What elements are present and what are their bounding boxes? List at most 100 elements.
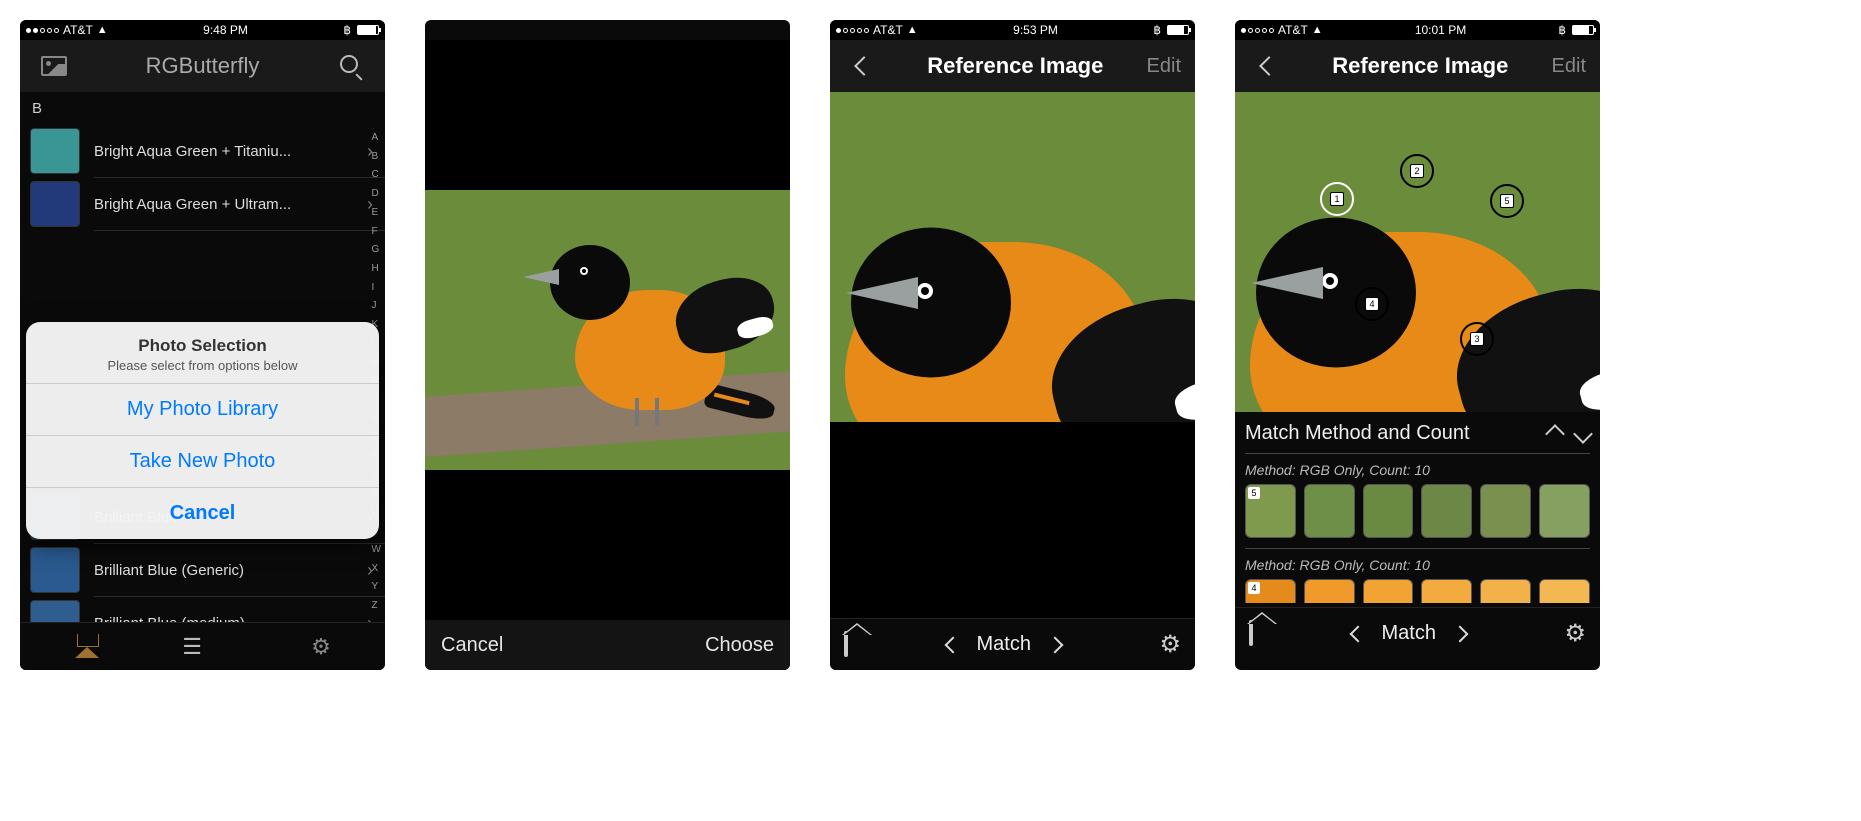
alpha-index-letter[interactable]: I: [372, 282, 381, 294]
alpha-index-letter[interactable]: E: [372, 207, 381, 219]
back-button[interactable]: [1249, 59, 1289, 73]
nav-bar: RGButterfly: [20, 40, 385, 92]
reference-image-canvas[interactable]: [830, 92, 1195, 422]
match-swatch[interactable]: 4: [1245, 579, 1296, 603]
list-item[interactable]: Brilliant Blue (Generic) ›: [20, 544, 385, 596]
list-item[interactable]: Bright Aqua Green + Ultram... ›: [20, 178, 385, 230]
home-icon: [1249, 620, 1253, 646]
next-match-button[interactable]: [1047, 635, 1067, 655]
list-item-label: Bright Aqua Green + Titaniu...: [94, 143, 367, 160]
section-header: B: [20, 92, 385, 125]
sheet-subtitle: Please select from options below: [38, 358, 367, 373]
home-button[interactable]: [844, 633, 848, 656]
reference-photo[interactable]: [425, 190, 790, 470]
signal-dots-icon: [836, 28, 869, 33]
alpha-index-letter[interactable]: B: [372, 151, 381, 163]
nav-bar: Reference Image Edit: [830, 40, 1195, 92]
clock-label: 10:01 PM: [1415, 23, 1466, 37]
chevron-left-icon: [1259, 56, 1279, 76]
alpha-index-letter[interactable]: G: [372, 244, 381, 256]
nav-title: RGButterfly: [74, 53, 331, 79]
match-swatch[interactable]: [1480, 484, 1531, 538]
color-swatch: [30, 600, 80, 622]
match-label[interactable]: Match: [977, 633, 1031, 656]
match-panel: Match Method and Count Method: RGB Only,…: [1235, 412, 1600, 607]
alpha-index-letter[interactable]: D: [372, 188, 381, 200]
match-swatch[interactable]: [1363, 484, 1414, 538]
tap-marker[interactable]: 3: [1460, 322, 1494, 356]
wifi-icon: ▲: [1312, 24, 1323, 36]
carrier-label: AT&T: [873, 23, 903, 37]
my-photo-library-button[interactable]: My Photo Library: [26, 383, 379, 435]
match-swatch[interactable]: [1304, 579, 1355, 603]
match-swatch[interactable]: [1304, 484, 1355, 538]
picture-icon: [41, 56, 67, 76]
edit-button[interactable]: Edit: [1552, 55, 1586, 78]
alpha-index-letter[interactable]: H: [372, 263, 381, 275]
bluetooth-icon: ฿: [343, 23, 351, 37]
match-swatch[interactable]: [1421, 484, 1472, 538]
list-tab[interactable]: ☰: [182, 634, 203, 660]
color-swatch: [30, 128, 80, 174]
take-new-photo-button[interactable]: Take New Photo: [26, 435, 379, 487]
picker-body[interactable]: [425, 40, 790, 620]
match-swatch[interactable]: [1363, 579, 1414, 603]
edit-button[interactable]: Edit: [1147, 55, 1181, 78]
color-list[interactable]: B Bright Aqua Green + Titaniu... › Brigh…: [20, 92, 385, 622]
reference-image-canvas[interactable]: 1 2 5 4 3: [1235, 92, 1600, 412]
match-swatch[interactable]: [1539, 579, 1590, 603]
swatch-row[interactable]: 4: [1245, 579, 1590, 603]
tap-marker[interactable]: 5: [1490, 184, 1524, 218]
tap-marker-number: 4: [1365, 297, 1379, 311]
settings-button[interactable]: ⚙: [1564, 619, 1586, 648]
list-item[interactable]: Bright Aqua Green + Titaniu... ›: [20, 125, 385, 177]
alpha-index-letter[interactable]: C: [372, 169, 381, 181]
list-item[interactable]: Brilliant Blue (medium) ›: [20, 597, 385, 622]
list-item-label: Bright Aqua Green + Ultram...: [94, 196, 367, 213]
battery-icon: [357, 25, 379, 35]
status-bar: AT&T ▲ 9:48 PM ฿: [20, 20, 385, 40]
tap-marker[interactable]: 4: [1355, 287, 1389, 321]
color-swatch: [30, 181, 80, 227]
match-swatch[interactable]: [1421, 579, 1472, 603]
collapse-down-button[interactable]: [1573, 424, 1593, 444]
tap-marker[interactable]: 2: [1400, 154, 1434, 188]
alpha-index-letter[interactable]: F: [372, 226, 381, 238]
match-label[interactable]: Match: [1382, 622, 1436, 645]
settings-button[interactable]: ⚙: [1159, 630, 1181, 659]
tap-marker[interactable]: 1: [1320, 182, 1354, 216]
match-swatch[interactable]: 5: [1245, 484, 1296, 538]
alpha-index-letter[interactable]: J: [372, 300, 381, 312]
picker-cancel-button[interactable]: Cancel: [441, 634, 503, 657]
alpha-index-letter[interactable]: X: [372, 563, 381, 575]
alpha-index-letter[interactable]: Z: [372, 600, 381, 612]
prev-match-button[interactable]: [941, 635, 961, 655]
collapse-up-button[interactable]: [1545, 424, 1565, 444]
clock-label: 9:48 PM: [203, 23, 248, 37]
alpha-index-letter[interactable]: A: [372, 132, 381, 144]
alpha-index-letter[interactable]: W: [372, 544, 381, 556]
tap-marker-number: 3: [1470, 332, 1484, 346]
back-button[interactable]: [844, 59, 884, 73]
next-match-button[interactable]: [1452, 624, 1472, 644]
signal-dots-icon: [1241, 28, 1274, 33]
nav-title: Reference Image: [884, 53, 1147, 79]
sheet-cancel-button[interactable]: Cancel: [26, 487, 379, 539]
search-button[interactable]: [331, 55, 371, 77]
alpha-index-letter[interactable]: Y: [372, 581, 381, 593]
chevron-right-icon: ›: [367, 613, 373, 623]
match-swatch[interactable]: [1539, 484, 1590, 538]
search-icon: [340, 55, 362, 77]
swatch-tag: 4: [1248, 582, 1260, 594]
match-swatch[interactable]: [1480, 579, 1531, 603]
picker-choose-button[interactable]: Choose: [705, 634, 774, 657]
home-button[interactable]: [1249, 622, 1253, 645]
image-library-button[interactable]: [34, 56, 74, 76]
match-panel-title: Match Method and Count: [1245, 422, 1470, 445]
nav-bar: Reference Image Edit: [1235, 40, 1600, 92]
swatch-row[interactable]: 5: [1245, 484, 1590, 538]
tap-marker-number: 2: [1410, 164, 1424, 178]
tap-marker-number: 1: [1330, 192, 1344, 206]
settings-tab[interactable]: ⚙: [311, 634, 331, 660]
prev-match-button[interactable]: [1346, 624, 1366, 644]
